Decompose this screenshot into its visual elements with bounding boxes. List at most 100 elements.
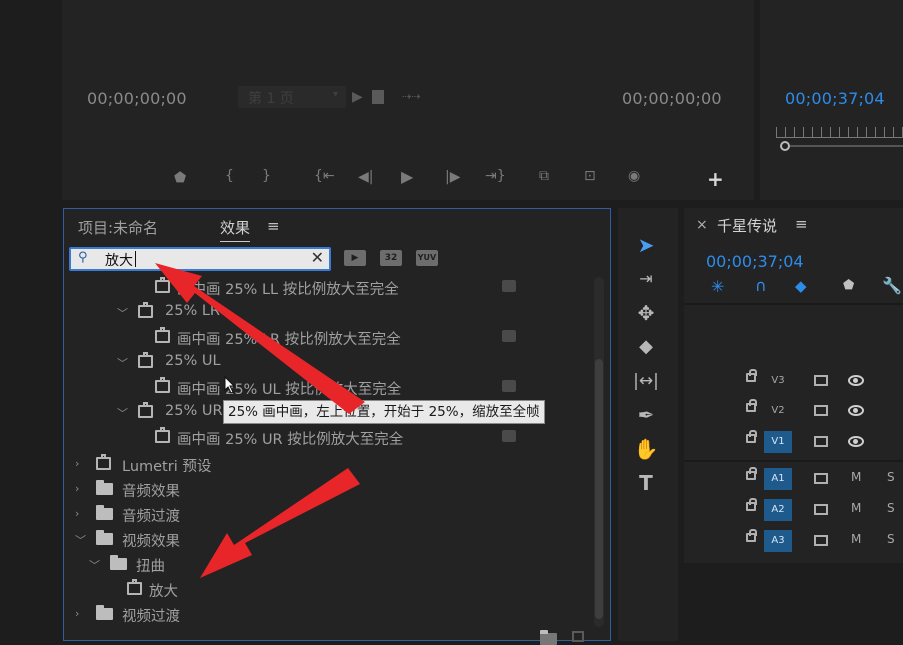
playhead-handle[interactable] (780, 141, 790, 151)
list-item[interactable]: › 音频效果 (64, 479, 594, 501)
sync-lock-icon[interactable] (814, 405, 828, 416)
chevron-right-icon[interactable]: › (75, 607, 79, 620)
type-tool-icon[interactable]: T (632, 470, 660, 496)
lock-icon[interactable] (746, 529, 757, 542)
panel-menu-icon[interactable]: ≡ (795, 215, 808, 233)
list-item[interactable]: ﹀ 视频效果 (64, 529, 594, 551)
selection-tool-icon[interactable]: ➤ (632, 232, 660, 258)
trash-icon[interactable] (572, 631, 584, 642)
track-label[interactable]: V1 (764, 431, 792, 453)
solo-button[interactable]: S (887, 470, 895, 484)
scroll-thumb[interactable] (595, 359, 603, 619)
track-select-tool-icon[interactable]: ⇥ (632, 266, 660, 292)
timeline-timecode[interactable]: 00;00;37;04 (706, 252, 804, 271)
clear-search-icon[interactable]: ✕ (311, 248, 324, 267)
list-item[interactable]: › 音频过渡 (64, 504, 594, 526)
sync-lock-icon[interactable] (814, 504, 828, 515)
eye-icon[interactable] (848, 436, 864, 447)
solo-button[interactable]: S (887, 501, 895, 515)
search-input[interactable]: 放大 (105, 250, 133, 270)
eye-icon[interactable] (848, 375, 864, 386)
hand-tool-icon[interactable]: ✋ (632, 436, 660, 462)
list-item[interactable]: 画中画 25% LL 按比例放大至完全 (64, 277, 594, 299)
track-v2[interactable]: V2 (684, 396, 903, 426)
list-item[interactable]: › 视频过渡 (64, 604, 594, 626)
lock-icon[interactable] (746, 399, 757, 412)
lock-icon[interactable] (746, 467, 757, 480)
sync-lock-icon[interactable] (814, 473, 828, 484)
accelerated-effects-icon[interactable]: ▶ (344, 250, 366, 266)
razor-tool-icon[interactable]: ◆ (632, 334, 660, 360)
linked-selection-icon[interactable]: ◆ (795, 277, 807, 295)
list-item[interactable]: 画中画 25% UR 按比例放大至完全 (64, 427, 594, 449)
source-timecode-left[interactable]: 00;00;00;00 (87, 89, 187, 108)
program-ruler[interactable] (776, 127, 903, 138)
close-tab-icon[interactable]: × (696, 217, 708, 233)
sync-lock-icon[interactable] (814, 375, 828, 386)
track-v3[interactable]: V3 (684, 366, 903, 396)
new-bin-icon[interactable] (540, 630, 557, 645)
play-icon[interactable]: ▶ (401, 167, 413, 186)
solo-button[interactable]: S (887, 532, 895, 546)
chevron-right-icon[interactable]: › (75, 507, 79, 520)
wrench-icon[interactable]: 🔧 (882, 276, 902, 295)
search-field[interactable]: ⚲ 放大 ✕ (69, 247, 331, 271)
jog-icon[interactable]: ⇢⇢ (402, 90, 420, 103)
track-label[interactable]: A1 (764, 468, 792, 490)
program-timecode[interactable]: 00;00;37;04 (785, 89, 885, 108)
mute-button[interactable]: M (851, 501, 861, 515)
yuv-icon[interactable]: YUV (416, 250, 438, 266)
play-small-icon[interactable]: ▶ (352, 89, 363, 105)
tab-project[interactable]: 项目:未命名 (78, 217, 158, 238)
camera-icon[interactable]: ◉ (628, 168, 640, 184)
track-label[interactable]: V3 (764, 370, 792, 392)
chevron-down-icon[interactable]: ﹀ (117, 405, 128, 421)
slip-tool-icon[interactable]: |↔| (632, 368, 660, 394)
step-forward-icon[interactable]: |▶ (445, 169, 460, 185)
pen-tool-icon[interactable]: ✒ (632, 402, 660, 428)
nest-icon[interactable]: ✳ (711, 277, 724, 296)
zoom-bar[interactable] (790, 145, 903, 147)
lock-icon[interactable] (746, 498, 757, 511)
sync-lock-icon[interactable] (814, 535, 828, 546)
export-frame-icon[interactable] (372, 90, 384, 104)
chevron-down-icon[interactable]: ﹀ (117, 305, 128, 321)
overwrite-icon[interactable]: ⊡ (584, 168, 596, 184)
marker-icon[interactable]: ⬟ (174, 170, 186, 186)
track-a3[interactable]: A3 M S (684, 526, 903, 556)
chevron-right-icon[interactable]: › (75, 482, 79, 495)
track-a1[interactable]: A1 M S (684, 464, 903, 494)
page-select[interactable]: 第 1 页 ▾ (238, 86, 346, 108)
sequence-tab[interactable]: 千星传说 (717, 215, 777, 236)
panel-menu-icon[interactable]: ≡ (267, 217, 280, 235)
list-item[interactable]: 放大 (64, 579, 594, 601)
eye-icon[interactable] (848, 405, 864, 416)
insert-icon[interactable]: ⧉ (539, 168, 549, 184)
tab-effects[interactable]: 效果 (220, 217, 251, 242)
lock-icon[interactable] (746, 430, 757, 443)
track-label[interactable]: A3 (764, 530, 792, 552)
step-back-icon[interactable]: ◀| (358, 169, 373, 185)
lock-icon[interactable] (746, 369, 757, 382)
track-v1[interactable]: V1 (684, 427, 903, 457)
track-label[interactable]: V2 (764, 400, 792, 422)
chevron-down-icon[interactable]: ﹀ (117, 355, 128, 371)
32-bit-icon[interactable]: 32 (380, 250, 402, 266)
list-item[interactable]: ﹀ 扭曲 (64, 554, 594, 576)
go-to-in-icon[interactable]: {⇤ (314, 168, 335, 184)
mark-out-icon[interactable]: } (262, 168, 271, 184)
scrollbar[interactable] (594, 277, 604, 627)
mute-button[interactable]: M (851, 470, 861, 484)
track-label[interactable]: A2 (764, 499, 792, 521)
add-button-icon[interactable]: + (707, 167, 724, 191)
list-item[interactable]: 画中画 25% LR 按比例放大至完全 (64, 327, 594, 349)
go-to-out-icon[interactable]: ⇥} (485, 168, 506, 184)
mute-button[interactable]: M (851, 532, 861, 546)
list-item[interactable]: ﹀ 25% UL (64, 352, 594, 374)
chevron-down-icon[interactable]: ﹀ (75, 532, 86, 548)
add-marker-icon[interactable]: ⬟ (843, 278, 854, 293)
mark-in-icon[interactable]: { (225, 168, 234, 184)
ripple-edit-tool-icon[interactable]: ✥ (632, 300, 660, 326)
chevron-right-icon[interactable]: › (75, 457, 79, 470)
chevron-down-icon[interactable]: ﹀ (89, 557, 100, 573)
